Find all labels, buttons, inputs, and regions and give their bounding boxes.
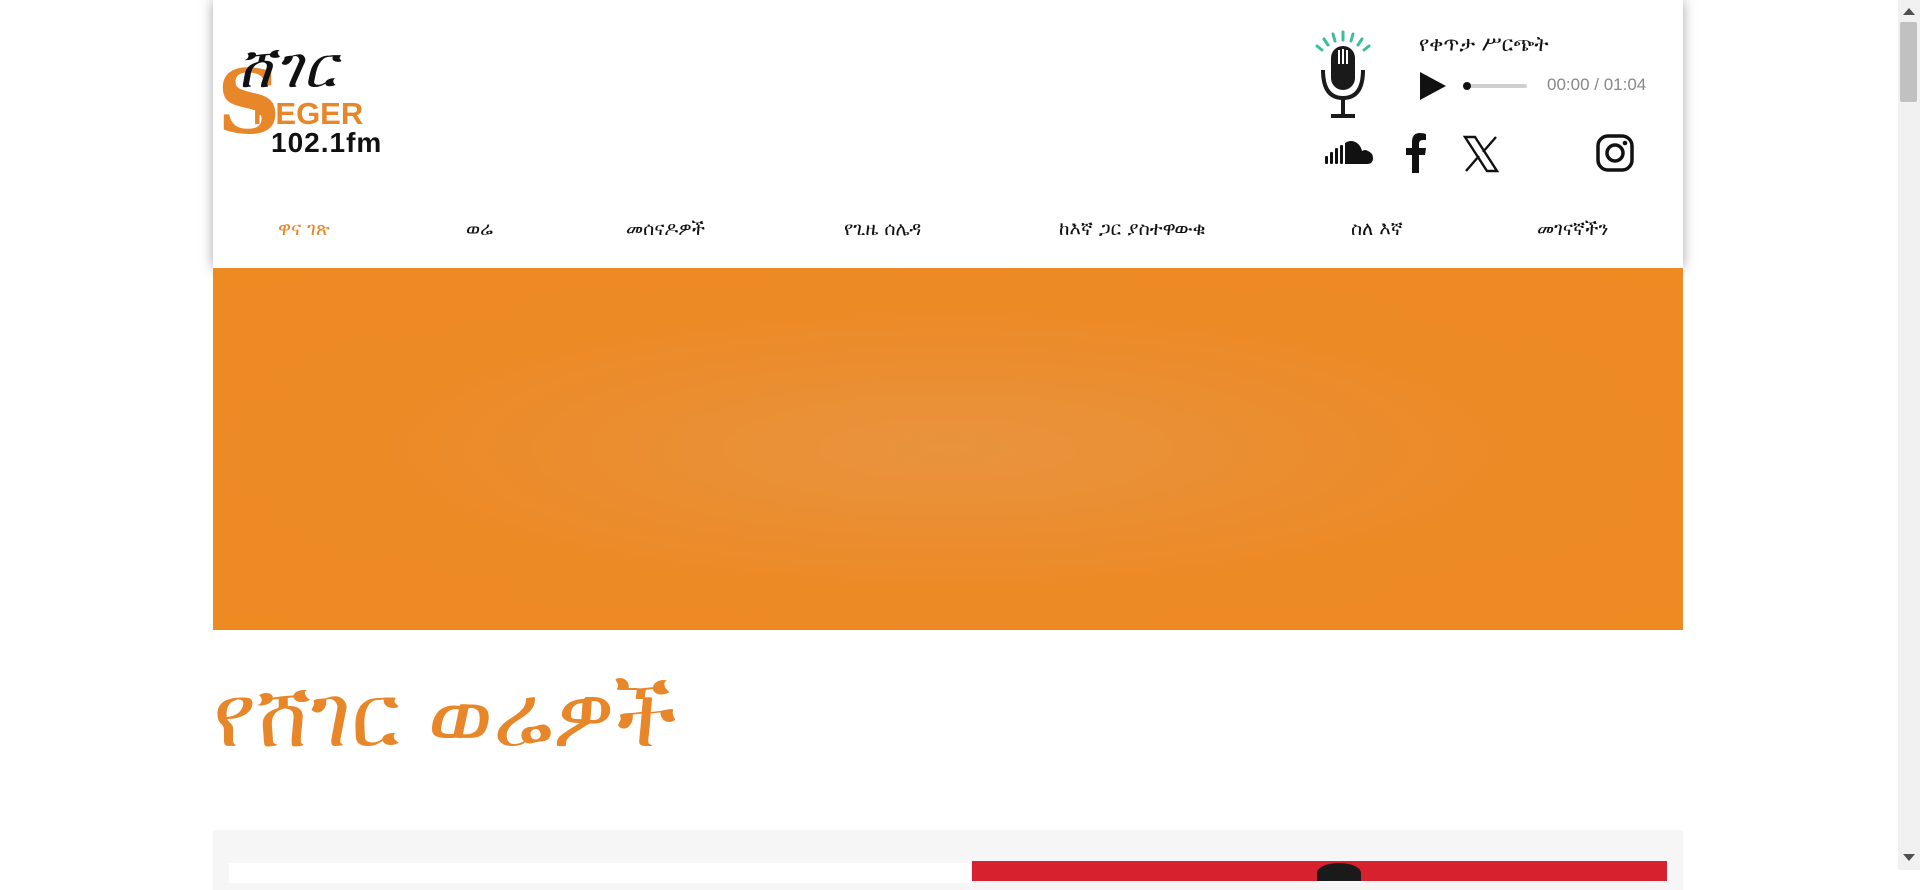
site-header: S ሸገር HEGER 102.1fm የቀጥታ ሥርጭት 00:00 / 01… bbox=[213, 0, 1683, 268]
logo-amharic-text: ሸገር bbox=[237, 33, 338, 101]
play-icon[interactable] bbox=[1418, 70, 1448, 102]
scroll-down-arrow-icon[interactable] bbox=[1903, 854, 1915, 861]
hero-banner bbox=[213, 268, 1683, 630]
nav-item-contact[interactable]: መገናኛችን bbox=[1537, 218, 1608, 240]
site-logo[interactable]: S ሸገር HEGER 102.1fm bbox=[217, 38, 427, 168]
audio-seek-slider[interactable] bbox=[1463, 82, 1527, 90]
nav-item-advertise[interactable]: ከእኛ ጋር ያስተዋውቁ bbox=[1059, 218, 1206, 240]
live-stream-title: የቀጥታ ሥርጭት bbox=[1419, 32, 1549, 56]
nav-item-schedule[interactable]: የጊዜ ሰሌዳ bbox=[844, 218, 921, 240]
microphone-icon bbox=[1315, 30, 1371, 118]
audio-seek-knob[interactable] bbox=[1463, 82, 1471, 90]
nav-item-about[interactable]: ስለ እኛ bbox=[1351, 218, 1403, 240]
instagram-icon[interactable] bbox=[1595, 133, 1635, 175]
main-navigation: ዋና ገጽ ወሬ መሰናዶዎች የጊዜ ሰሌዳ ከእኛ ጋር ያስተዋውቁ ስለ… bbox=[213, 218, 1683, 250]
page: S ሸገር HEGER 102.1fm የቀጥታ ሥርጭት 00:00 / 01… bbox=[213, 0, 1683, 890]
soundcloud-icon[interactable] bbox=[1323, 133, 1375, 175]
section-title-news: የሸገር ወሬዎች bbox=[213, 664, 677, 767]
scrollbar-thumb[interactable] bbox=[1900, 22, 1917, 102]
news-card-image-figure bbox=[1317, 863, 1361, 881]
nav-item-news[interactable]: ወሬ bbox=[466, 218, 493, 240]
news-card-image[interactable] bbox=[972, 861, 1667, 881]
nav-item-programs[interactable]: መሰናዶዎች bbox=[626, 218, 705, 240]
audio-time-display: 00:00 / 01:04 bbox=[1547, 75, 1647, 94]
logo-frequency-text: 102.1fm bbox=[271, 127, 383, 158]
page-scrollbar[interactable] bbox=[1898, 0, 1920, 870]
x-twitter-icon[interactable] bbox=[1463, 133, 1499, 175]
nav-item-home[interactable]: ዋና ገጽ bbox=[278, 218, 330, 240]
news-card-text-panel[interactable] bbox=[229, 863, 971, 883]
facebook-icon[interactable] bbox=[1403, 133, 1429, 175]
scroll-up-arrow-icon[interactable] bbox=[1903, 8, 1915, 15]
